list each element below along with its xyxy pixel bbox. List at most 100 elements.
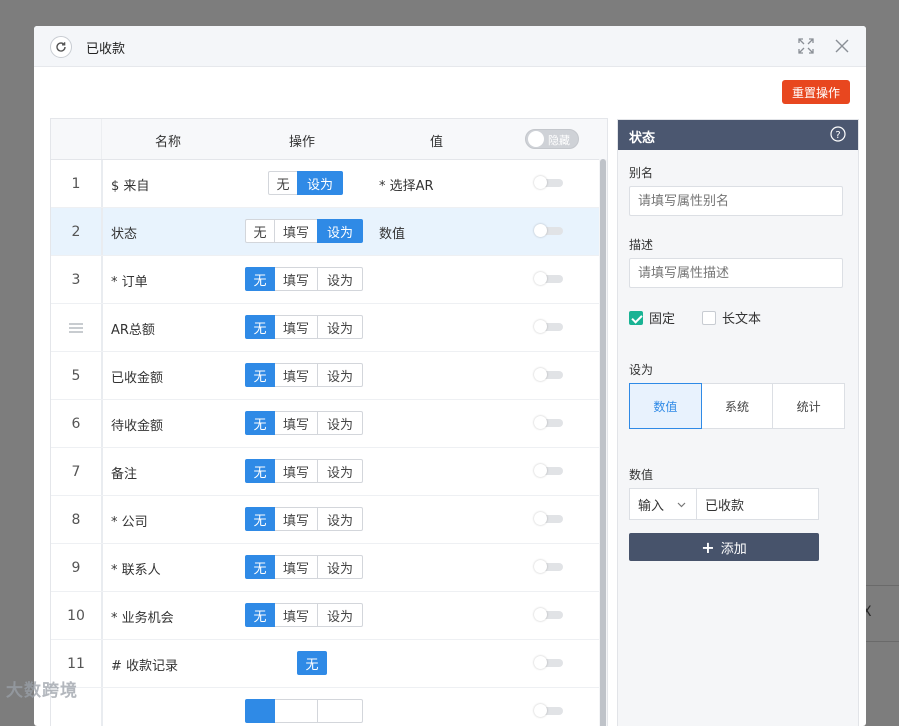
long-text-checkbox-box[interactable] [702,310,716,325]
table-row[interactable]: 9 * 联系人 无填写 设为 [51,544,599,592]
table-row[interactable]: 11 # 收款记录无 [51,640,599,688]
alias-input[interactable] [629,186,843,216]
operation-option[interactable]: 无 [245,363,275,387]
operation-option[interactable]: 设为 [317,267,363,291]
operation-option[interactable]: 填写 [274,507,318,531]
row-name: * 业务机会 [111,611,174,626]
operation-segment: 无填写 设为 [245,555,363,579]
operation-option[interactable]: 设为 [297,171,343,195]
operation-option[interactable]: 填写 [274,555,318,579]
operation-option[interactable]: 无 [245,555,275,579]
operation-option[interactable]: 无 [245,603,275,627]
row-hide-switch[interactable] [534,608,563,621]
row-hide-switch[interactable] [534,656,563,669]
fixed-checkbox[interactable]: 固定 [629,308,675,327]
row-hide-switch[interactable] [534,176,563,189]
row-hide-switch[interactable] [534,704,563,717]
operation-option[interactable] [274,699,318,723]
row-name: 状态 [111,227,138,242]
value-input[interactable]: 已收款 [697,488,819,520]
fixed-checkbox-box[interactable] [629,310,643,325]
operation-option[interactable]: 填写 [274,315,318,339]
operation-option[interactable]: 填写 [274,411,318,435]
operation-segment: 无填写 设为 [245,603,363,627]
operation-option[interactable]: 设为 [317,459,363,483]
table-row[interactable]: 2 状态 无填写 设为 数值 [51,208,599,256]
description-input[interactable] [629,258,843,288]
operation-option[interactable]: 无 [245,411,275,435]
scrollbar-thumb[interactable] [600,159,606,726]
table-row[interactable]: 8 * 公司 无填写 设为 [51,496,599,544]
operation-segment: 无填写 设为 [245,219,363,243]
operation-option[interactable]: 设为 [317,315,363,339]
operation-option[interactable]: 填写 [274,219,318,243]
fullscreen-icon[interactable] [798,38,814,54]
operation-option[interactable]: 设为 [317,219,363,243]
operation-option[interactable]: 无 [268,171,298,195]
add-button-label: 添加 [720,541,747,557]
set-as-option[interactable]: 系统 [700,383,774,429]
backdrop-divider [866,585,899,586]
add-button[interactable]: + 添加 [629,533,819,561]
row-index[interactable] [51,304,101,351]
operation-option[interactable]: 无 [245,219,275,243]
svg-text:?: ? [835,130,840,141]
set-as-option[interactable]: 数值 [629,383,702,429]
operation-option[interactable] [245,699,275,723]
chevron-down-icon [677,502,686,508]
row-value: 数值 [379,227,406,242]
long-text-checkbox[interactable]: 长文本 [702,308,761,327]
operation-option[interactable]: 设为 [317,411,363,435]
drag-handle-icon[interactable] [69,322,83,333]
row-hide-switch[interactable] [534,320,563,333]
reset-operations-button[interactable]: 重置操作 [782,80,850,104]
row-hide-switch[interactable] [534,512,563,525]
help-icon[interactable]: ? [830,126,846,142]
operation-option[interactable]: 设为 [317,507,363,531]
close-icon[interactable] [834,38,850,54]
operation-option[interactable]: 设为 [317,603,363,627]
set-as-option[interactable]: 统计 [772,383,846,429]
row-hide-switch[interactable] [534,560,563,573]
operation-option[interactable]: 无 [297,651,327,675]
operation-option[interactable]: 填写 [274,459,318,483]
table-row[interactable]: 1 $ 来自 无设为 * 选择AR [51,160,599,208]
row-index-divider [101,592,103,639]
operation-option[interactable]: 填写 [274,603,318,627]
table-row[interactable]: AR总额 无填写 设为 [51,304,599,352]
operation-option[interactable] [317,699,363,723]
table-row[interactable]: 5 已收金额 无填写 设为 [51,352,599,400]
operation-option[interactable]: 设为 [317,555,363,579]
row-hide-switch[interactable] [534,368,563,381]
table-row[interactable]: 10 * 业务机会 无填写 设为 [51,592,599,640]
row-index-divider [101,160,103,207]
table-row[interactable]: 3 * 订单 无填写 设为 [51,256,599,304]
table-row[interactable]: 6 待收金额 无填写 设为 [51,400,599,448]
operation-option[interactable]: 无 [245,507,275,531]
row-name: AR总额 [111,323,155,338]
row-hide-switch[interactable] [534,224,563,237]
row-hide-switch[interactable] [534,272,563,285]
row-index-divider [101,400,103,447]
operation-segment: 无填写 设为 [245,459,363,483]
operation-option[interactable]: 填写 [274,267,318,291]
table-row[interactable]: 7 备注 无填写 设为 [51,448,599,496]
input-mode-select[interactable]: 输入 [629,488,697,520]
row-index-divider [101,256,103,303]
operation-option[interactable]: 无 [245,267,275,291]
table-header: 名称 操作 值 隐藏 [51,119,607,160]
row-index: 7 [71,463,81,480]
row-hide-switch[interactable] [534,464,563,477]
hide-toggle[interactable]: 隐藏 [525,129,579,149]
operation-option[interactable]: 无 [245,459,275,483]
operation-option[interactable]: 无 [245,315,275,339]
row-hide-switch[interactable] [534,416,563,429]
table-row[interactable] [51,688,599,726]
row-name: 待收金额 [111,419,164,434]
operation-option[interactable]: 设为 [317,363,363,387]
table-scrollbar[interactable] [599,159,607,726]
operation-segment: 无填写 设为 [245,411,363,435]
row-name: $ 来自 [111,179,150,194]
operation-option[interactable]: 填写 [274,363,318,387]
refresh-button[interactable] [50,36,72,58]
